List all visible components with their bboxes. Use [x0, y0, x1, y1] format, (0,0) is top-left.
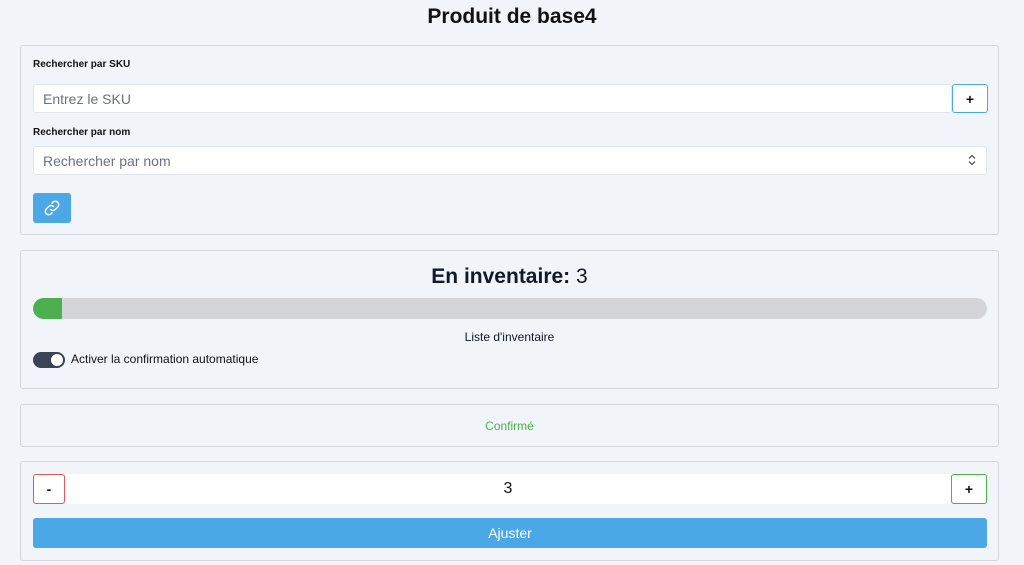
link-icon	[44, 200, 60, 216]
chevron-updown-icon	[968, 154, 976, 166]
status-card: Confirmé	[20, 404, 999, 447]
name-select[interactable]: Rechercher par nom	[33, 146, 987, 175]
auto-confirm-toggle[interactable]	[33, 352, 65, 368]
search-card: Rechercher par SKU Entrez le SKU + Reche…	[20, 45, 999, 235]
inventory-title: En inventaire: 3	[21, 265, 998, 289]
inventory-progress-bar	[33, 298, 987, 319]
inventory-card: En inventaire: 3 Liste d'inventaire Acti…	[20, 250, 999, 389]
inventory-list-label: Liste d'inventaire	[464, 330, 555, 344]
sku-add-button[interactable]: +	[952, 84, 988, 113]
page-title: Produit de base4	[427, 5, 597, 28]
name-label: Rechercher par nom	[33, 127, 131, 138]
inventory-progress-fill	[33, 298, 62, 319]
adjust-button[interactable]: Ajuster	[33, 518, 987, 548]
decrement-button[interactable]: -	[33, 474, 65, 504]
link-button[interactable]	[33, 193, 71, 223]
sku-input[interactable]: Entrez le SKU	[33, 84, 952, 113]
status-text: Confirmé	[485, 419, 534, 433]
adjust-card: - 3 + Ajuster	[20, 461, 999, 561]
toggle-knob	[50, 353, 64, 367]
auto-confirm-label: Activer la confirmation automatique	[71, 352, 259, 366]
increment-button[interactable]: +	[951, 474, 987, 504]
name-select-placeholder: Rechercher par nom	[43, 152, 171, 169]
sku-label: Rechercher par SKU	[33, 59, 131, 70]
quantity-input[interactable]: 3	[65, 474, 951, 504]
inventory-title-label: En inventaire:	[431, 265, 571, 288]
inventory-count: 3	[576, 265, 588, 288]
